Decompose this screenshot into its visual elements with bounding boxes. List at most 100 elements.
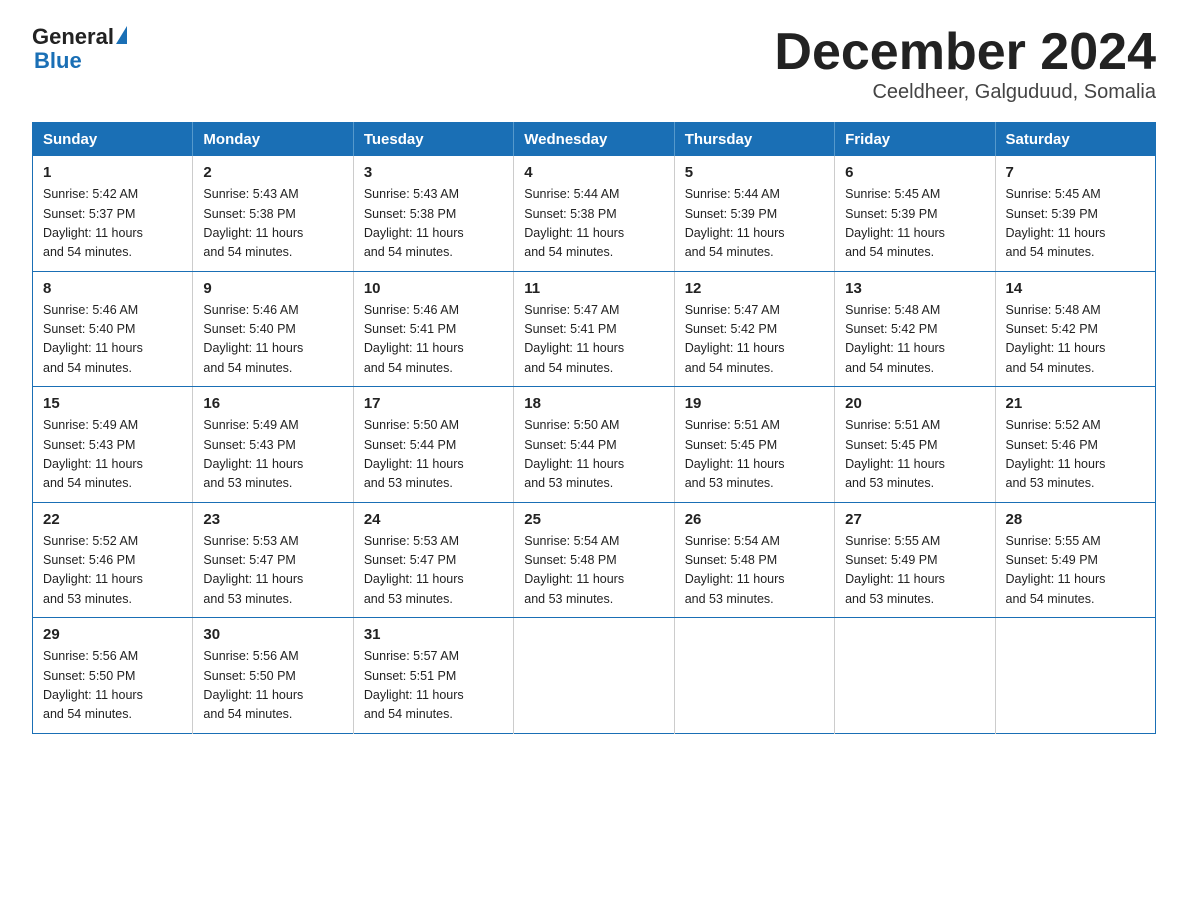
calendar-day-cell: 27 Sunrise: 5:55 AMSunset: 5:49 PMDaylig… [835,502,995,618]
page-header: General Blue December 2024 Ceeldheer, Ga… [32,24,1156,104]
calendar-day-cell: 13 Sunrise: 5:48 AMSunset: 5:42 PMDaylig… [835,271,995,387]
calendar-day-cell: 1 Sunrise: 5:42 AMSunset: 5:37 PMDayligh… [33,156,193,271]
day-number: 3 [364,164,503,181]
calendar-week-row: 29 Sunrise: 5:56 AMSunset: 5:50 PMDaylig… [33,618,1156,734]
day-number: 29 [43,626,182,643]
day-number: 30 [203,626,342,643]
day-number: 17 [364,395,503,412]
day-number: 1 [43,164,182,181]
calendar-day-cell [835,618,995,734]
day-info: Sunrise: 5:50 AMSunset: 5:44 PMDaylight:… [524,418,624,490]
calendar-week-row: 8 Sunrise: 5:46 AMSunset: 5:40 PMDayligh… [33,271,1156,387]
day-info: Sunrise: 5:50 AMSunset: 5:44 PMDaylight:… [364,418,464,490]
calendar-day-cell: 30 Sunrise: 5:56 AMSunset: 5:50 PMDaylig… [193,618,353,734]
day-number: 18 [524,395,663,412]
logo-triangle-icon [116,26,127,44]
calendar-day-cell: 4 Sunrise: 5:44 AMSunset: 5:38 PMDayligh… [514,156,674,271]
calendar-day-cell: 18 Sunrise: 5:50 AMSunset: 5:44 PMDaylig… [514,387,674,503]
day-number: 23 [203,511,342,528]
day-info: Sunrise: 5:57 AMSunset: 5:51 PMDaylight:… [364,649,464,721]
day-info: Sunrise: 5:44 AMSunset: 5:39 PMDaylight:… [685,187,785,259]
calendar-day-header: Saturday [995,123,1155,157]
day-info: Sunrise: 5:48 AMSunset: 5:42 PMDaylight:… [1006,303,1106,375]
calendar-day-cell: 14 Sunrise: 5:48 AMSunset: 5:42 PMDaylig… [995,271,1155,387]
calendar-day-cell: 15 Sunrise: 5:49 AMSunset: 5:43 PMDaylig… [33,387,193,503]
calendar-day-header: Sunday [33,123,193,157]
calendar-body: 1 Sunrise: 5:42 AMSunset: 5:37 PMDayligh… [33,156,1156,733]
logo: General Blue [32,24,127,72]
calendar-header-row: SundayMondayTuesdayWednesdayThursdayFrid… [33,123,1156,157]
day-number: 16 [203,395,342,412]
day-info: Sunrise: 5:46 AMSunset: 5:41 PMDaylight:… [364,303,464,375]
calendar-day-header: Wednesday [514,123,674,157]
day-number: 26 [685,511,824,528]
calendar-day-cell: 26 Sunrise: 5:54 AMSunset: 5:48 PMDaylig… [674,502,834,618]
day-number: 21 [1006,395,1145,412]
day-info: Sunrise: 5:46 AMSunset: 5:40 PMDaylight:… [43,303,143,375]
calendar-day-cell: 29 Sunrise: 5:56 AMSunset: 5:50 PMDaylig… [33,618,193,734]
day-info: Sunrise: 5:56 AMSunset: 5:50 PMDaylight:… [203,649,303,721]
calendar-day-cell: 24 Sunrise: 5:53 AMSunset: 5:47 PMDaylig… [353,502,513,618]
day-number: 28 [1006,511,1145,528]
day-number: 4 [524,164,663,181]
calendar-table: SundayMondayTuesdayWednesdayThursdayFrid… [32,122,1156,734]
day-info: Sunrise: 5:49 AMSunset: 5:43 PMDaylight:… [43,418,143,490]
day-info: Sunrise: 5:45 AMSunset: 5:39 PMDaylight:… [1006,187,1106,259]
day-number: 9 [203,280,342,297]
calendar-day-cell: 28 Sunrise: 5:55 AMSunset: 5:49 PMDaylig… [995,502,1155,618]
page-title: December 2024 [774,24,1156,81]
calendar-day-cell [995,618,1155,734]
day-info: Sunrise: 5:43 AMSunset: 5:38 PMDaylight:… [364,187,464,259]
day-number: 8 [43,280,182,297]
day-number: 6 [845,164,984,181]
calendar-header: SundayMondayTuesdayWednesdayThursdayFrid… [33,123,1156,157]
calendar-day-cell: 20 Sunrise: 5:51 AMSunset: 5:45 PMDaylig… [835,387,995,503]
calendar-week-row: 15 Sunrise: 5:49 AMSunset: 5:43 PMDaylig… [33,387,1156,503]
day-number: 20 [845,395,984,412]
day-number: 13 [845,280,984,297]
calendar-day-cell: 19 Sunrise: 5:51 AMSunset: 5:45 PMDaylig… [674,387,834,503]
calendar-day-header: Tuesday [353,123,513,157]
calendar-day-cell [514,618,674,734]
calendar-day-cell: 25 Sunrise: 5:54 AMSunset: 5:48 PMDaylig… [514,502,674,618]
calendar-day-cell: 16 Sunrise: 5:49 AMSunset: 5:43 PMDaylig… [193,387,353,503]
calendar-day-cell: 7 Sunrise: 5:45 AMSunset: 5:39 PMDayligh… [995,156,1155,271]
calendar-day-cell: 9 Sunrise: 5:46 AMSunset: 5:40 PMDayligh… [193,271,353,387]
calendar-day-cell: 10 Sunrise: 5:46 AMSunset: 5:41 PMDaylig… [353,271,513,387]
day-number: 27 [845,511,984,528]
day-number: 12 [685,280,824,297]
day-info: Sunrise: 5:51 AMSunset: 5:45 PMDaylight:… [685,418,785,490]
calendar-day-header: Friday [835,123,995,157]
day-info: Sunrise: 5:55 AMSunset: 5:49 PMDaylight:… [1006,534,1106,606]
day-info: Sunrise: 5:47 AMSunset: 5:42 PMDaylight:… [685,303,785,375]
day-info: Sunrise: 5:51 AMSunset: 5:45 PMDaylight:… [845,418,945,490]
calendar-day-header: Thursday [674,123,834,157]
day-number: 14 [1006,280,1145,297]
calendar-day-header: Monday [193,123,353,157]
day-number: 25 [524,511,663,528]
calendar-day-cell: 11 Sunrise: 5:47 AMSunset: 5:41 PMDaylig… [514,271,674,387]
day-info: Sunrise: 5:48 AMSunset: 5:42 PMDaylight:… [845,303,945,375]
title-block: December 2024 Ceeldheer, Galguduud, Soma… [774,24,1156,104]
logo-blue-text: Blue [34,50,82,72]
calendar-day-cell: 6 Sunrise: 5:45 AMSunset: 5:39 PMDayligh… [835,156,995,271]
day-number: 10 [364,280,503,297]
page-subtitle: Ceeldheer, Galguduud, Somalia [774,81,1156,104]
day-info: Sunrise: 5:54 AMSunset: 5:48 PMDaylight:… [685,534,785,606]
day-number: 31 [364,626,503,643]
day-info: Sunrise: 5:55 AMSunset: 5:49 PMDaylight:… [845,534,945,606]
calendar-day-cell: 2 Sunrise: 5:43 AMSunset: 5:38 PMDayligh… [193,156,353,271]
calendar-day-cell: 17 Sunrise: 5:50 AMSunset: 5:44 PMDaylig… [353,387,513,503]
day-number: 2 [203,164,342,181]
calendar-day-cell: 8 Sunrise: 5:46 AMSunset: 5:40 PMDayligh… [33,271,193,387]
day-number: 11 [524,280,663,297]
day-info: Sunrise: 5:53 AMSunset: 5:47 PMDaylight:… [364,534,464,606]
calendar-week-row: 1 Sunrise: 5:42 AMSunset: 5:37 PMDayligh… [33,156,1156,271]
day-info: Sunrise: 5:43 AMSunset: 5:38 PMDaylight:… [203,187,303,259]
day-info: Sunrise: 5:46 AMSunset: 5:40 PMDaylight:… [203,303,303,375]
day-info: Sunrise: 5:52 AMSunset: 5:46 PMDaylight:… [43,534,143,606]
day-info: Sunrise: 5:42 AMSunset: 5:37 PMDaylight:… [43,187,143,259]
calendar-day-cell: 23 Sunrise: 5:53 AMSunset: 5:47 PMDaylig… [193,502,353,618]
calendar-week-row: 22 Sunrise: 5:52 AMSunset: 5:46 PMDaylig… [33,502,1156,618]
calendar-day-cell: 31 Sunrise: 5:57 AMSunset: 5:51 PMDaylig… [353,618,513,734]
